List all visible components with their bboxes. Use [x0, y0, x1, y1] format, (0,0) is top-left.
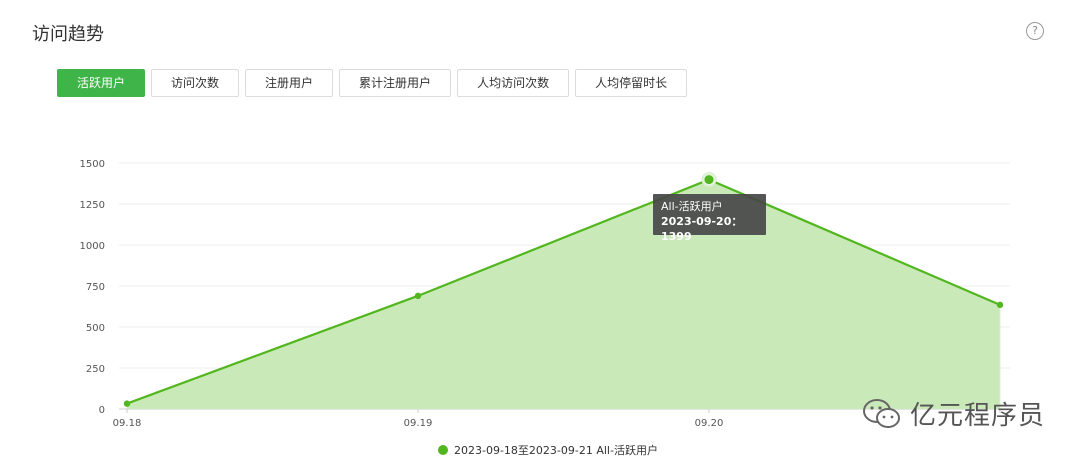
chart-legend[interactable]: 2023-09-18至2023-09-21 All-活跃用户: [438, 442, 658, 458]
metric-tabs: 活跃用户 访问次数 注册用户 累计注册用户 人均访问次数 人均停留时长: [57, 69, 688, 97]
data-point: [414, 292, 422, 300]
help-icon[interactable]: ?: [1026, 22, 1044, 40]
watermark-text: 亿元程序员: [910, 401, 1046, 431]
y-tick-label: 250: [86, 364, 105, 375]
legend-label: 2023-09-18至2023-09-21 All-活跃用户: [454, 444, 658, 457]
tab-avg-stay-duration[interactable]: 人均停留时长: [575, 69, 688, 97]
data-point: [996, 301, 1004, 309]
y-tick-label: 0: [99, 405, 105, 416]
wechat-icon: [863, 398, 900, 428]
tab-active-users[interactable]: 活跃用户: [57, 69, 146, 97]
y-tick-label: 500: [86, 323, 105, 334]
x-tick-label: 09.18: [113, 418, 142, 429]
x-tick-label: 09.20: [695, 418, 724, 429]
y-tick-label: 750: [86, 282, 105, 293]
watermark: 亿元程序员: [862, 395, 1045, 432]
tab-cumulative-registered-users[interactable]: 累计注册用户: [339, 69, 452, 97]
legend-marker: [438, 445, 448, 455]
tab-registered-users[interactable]: 注册用户: [245, 69, 334, 97]
tooltip-value: 2023-09-20：1399: [661, 215, 743, 243]
y-tick-label: 1500: [80, 159, 105, 170]
data-point: [123, 400, 131, 407]
page-title: 访问趋势: [32, 24, 104, 45]
y-tick-label: 1000: [80, 241, 105, 252]
series-area: [127, 179, 1000, 409]
x-tick-label: 09.19: [404, 418, 433, 429]
tooltip-series-name: All-活跃用户: [661, 200, 723, 213]
header: 访问趋势 ?: [0, 0, 1080, 60]
data-point-highlighted: [704, 175, 714, 185]
tab-avg-visits[interactable]: 人均访问次数: [457, 69, 570, 97]
chart-tooltip: All-活跃用户 2023-09-20：1399: [653, 194, 766, 243]
tab-visit-count[interactable]: 访问次数: [151, 69, 240, 97]
y-tick-label: 1250: [80, 200, 105, 211]
